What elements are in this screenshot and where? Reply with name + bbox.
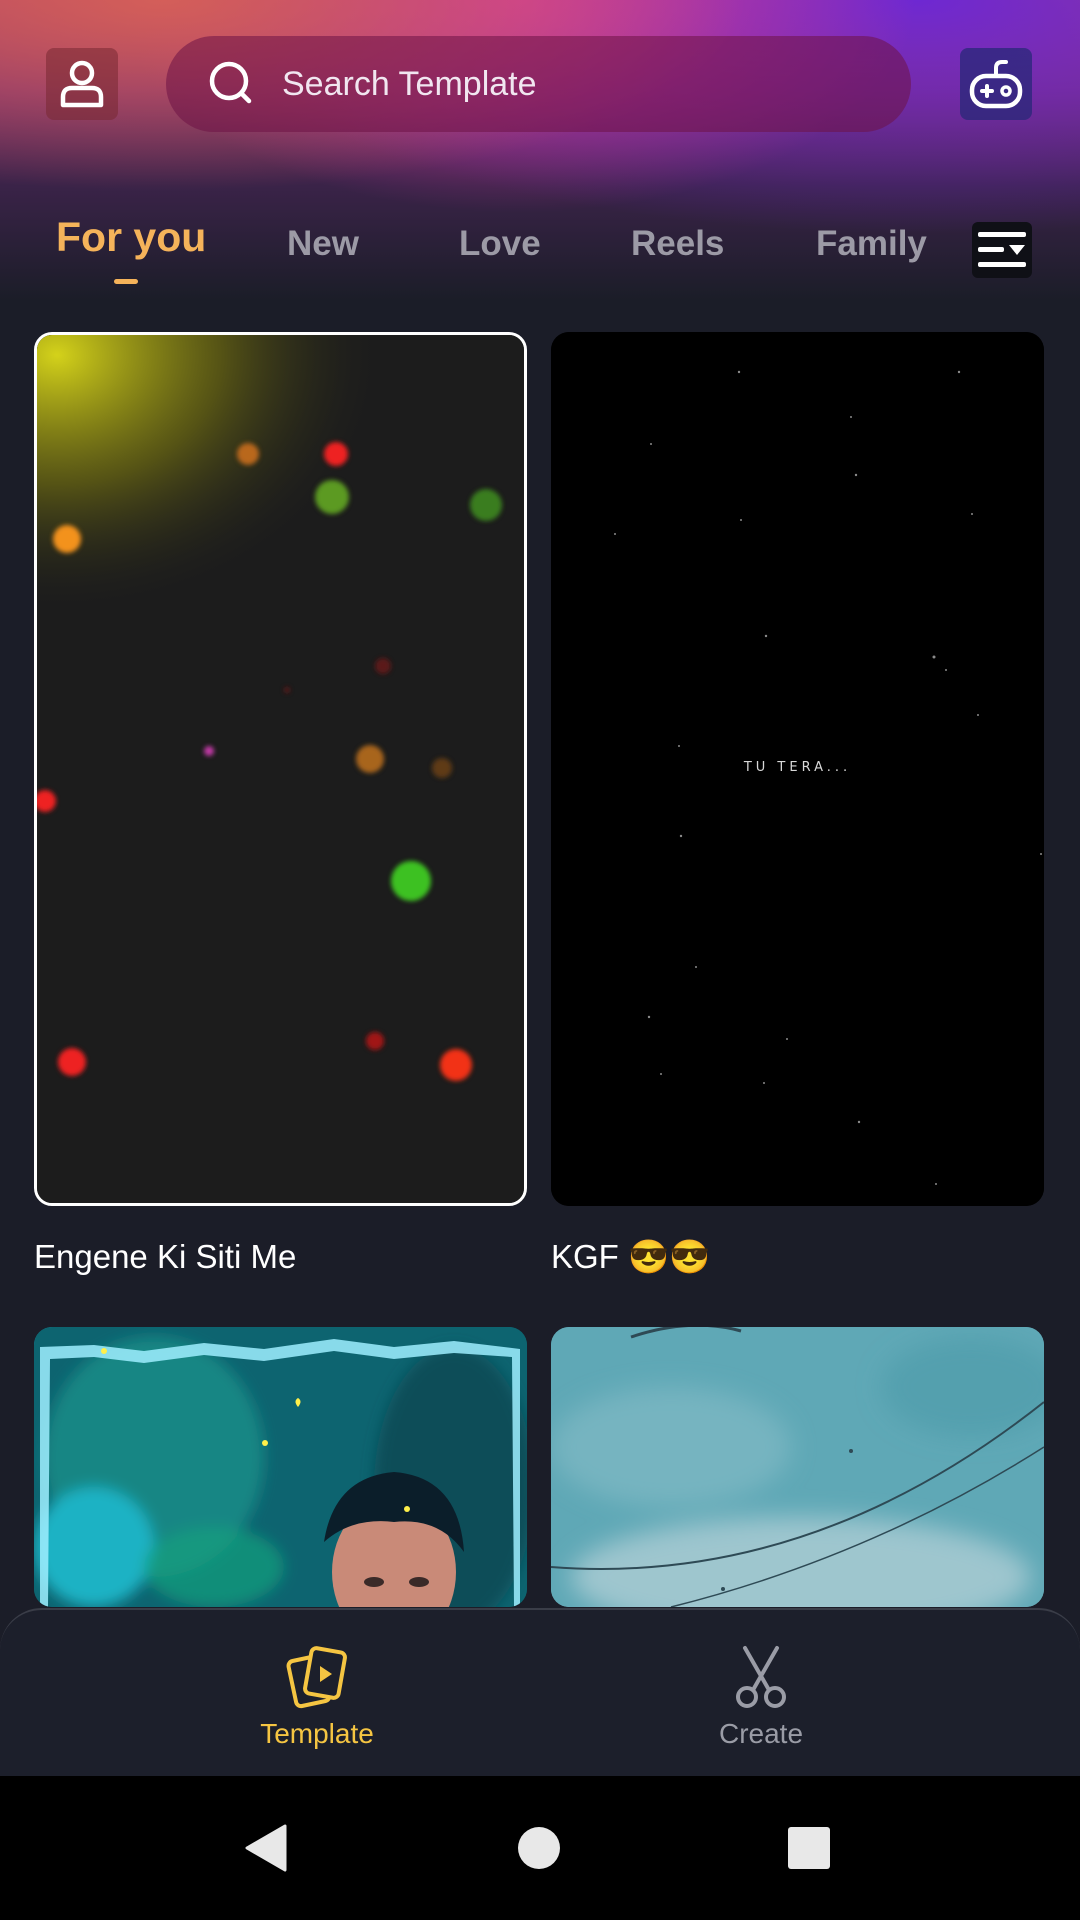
nav-template[interactable]: Template xyxy=(197,1644,437,1750)
template-cards-icon xyxy=(286,1646,347,1709)
sky-wires-image xyxy=(551,1327,1044,1607)
nav-template-label: Template xyxy=(260,1718,374,1749)
category-menu-button[interactable] xyxy=(972,222,1032,278)
nav-create-label: Create xyxy=(718,1718,804,1749)
template-card-thumbnail[interactable]: TU TERA... xyxy=(551,332,1044,1206)
bokeh-lights-image xyxy=(37,335,524,1203)
back-button[interactable] xyxy=(236,1818,296,1878)
search-icon xyxy=(206,58,258,110)
gamepad-icon xyxy=(969,60,1023,109)
template-card-thumbnail[interactable] xyxy=(34,332,527,1206)
preview-caption: TU TERA... xyxy=(743,760,852,775)
search-placeholder: Search Template xyxy=(282,64,537,103)
recents-square-icon xyxy=(788,1827,830,1869)
game-button[interactable] xyxy=(960,48,1032,120)
bottom-navigation: Template Create xyxy=(0,1608,1080,1776)
category-tabs: For you New Love Reels Family xyxy=(0,210,1080,290)
tab-family[interactable]: Family xyxy=(816,224,927,264)
template-card-thumbnail[interactable] xyxy=(34,1327,527,1607)
portrait-lightning-frame-image xyxy=(34,1327,527,1607)
nav-create[interactable]: Create xyxy=(641,1644,881,1750)
user-icon xyxy=(60,60,104,108)
home-button[interactable] xyxy=(509,1818,569,1878)
recents-button[interactable] xyxy=(779,1818,839,1878)
template-title[interactable]: KGF 😎😎 xyxy=(551,1238,710,1277)
active-tab-indicator xyxy=(114,279,138,284)
search-bar[interactable]: Search Template xyxy=(166,36,911,132)
template-card-thumbnail[interactable] xyxy=(551,1327,1044,1607)
sort-menu-icon xyxy=(978,232,1026,267)
tab-new[interactable]: New xyxy=(287,224,359,264)
home-circle-icon xyxy=(518,1827,560,1869)
tab-reels[interactable]: Reels xyxy=(631,224,724,264)
tab-for-you[interactable]: For you xyxy=(56,214,206,261)
profile-button[interactable] xyxy=(46,48,118,120)
tab-love[interactable]: Love xyxy=(459,224,541,264)
screen: Search Template For you New Love Reels F… xyxy=(0,0,1080,1920)
back-triangle-icon xyxy=(245,1824,287,1872)
system-navigation-bar xyxy=(0,1776,1080,1920)
scissors-icon xyxy=(736,1646,786,1708)
template-title[interactable]: Engene Ki Siti Me xyxy=(34,1238,296,1276)
